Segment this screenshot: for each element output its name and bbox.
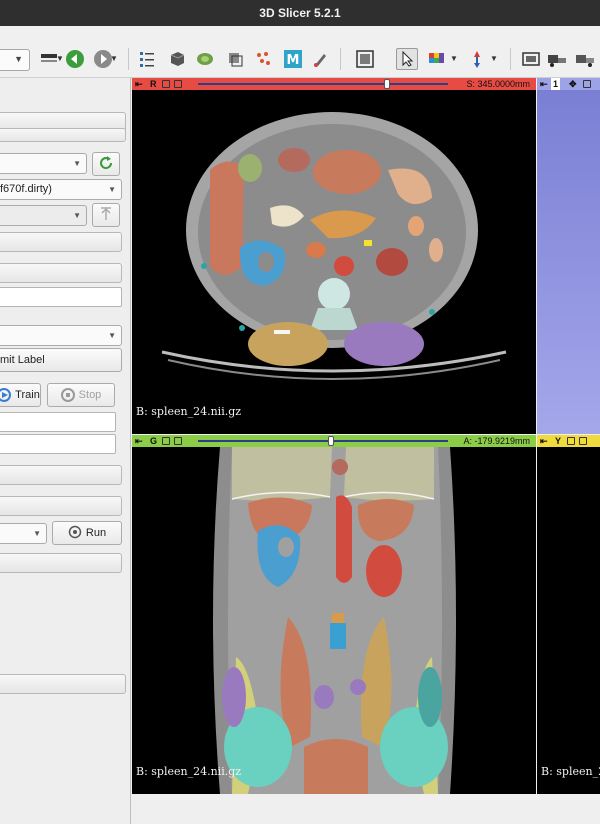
toolbar-separator bbox=[510, 48, 511, 70]
yellow-slice-view[interactable]: ⇤ Y B: spleen_2 bbox=[537, 435, 600, 794]
train-label: Train bbox=[15, 389, 40, 401]
run-button[interactable]: Run bbox=[52, 521, 122, 545]
eye-icon[interactable] bbox=[579, 437, 587, 445]
text-input[interactable] bbox=[0, 287, 122, 307]
threed-view[interactable]: ⇤ 1 ✥ bbox=[537, 78, 600, 434]
mouse-pointer-icon[interactable] bbox=[396, 48, 418, 70]
axial-image[interactable]: B: spleen_24.nii.gz bbox=[132, 90, 536, 434]
capture-icon[interactable] bbox=[520, 48, 542, 70]
pin-icon[interactable]: ⇤ bbox=[540, 78, 548, 90]
refresh-icon bbox=[98, 155, 114, 174]
threed-view-controller: ⇤ 1 ✥ bbox=[537, 78, 600, 90]
extensions-icon[interactable] bbox=[546, 48, 568, 70]
module-panel: ▼ f670f.dirty) ▼ ▼ ▼ mit Label Train Sto… bbox=[0, 78, 131, 824]
module-selector-combo[interactable]: ▼ bbox=[0, 49, 30, 71]
red-slice-view[interactable]: ⇤ R S: 345.0000mm B: spleen_24.nii.gz bbox=[132, 78, 536, 434]
main-toolbar: ▼ ▼ ▼ M ▼ ▼ bbox=[0, 26, 600, 78]
toolbar-separator bbox=[340, 48, 341, 70]
run-icon bbox=[68, 525, 82, 542]
upload-button[interactable] bbox=[92, 203, 120, 227]
text-input[interactable] bbox=[0, 412, 116, 432]
view-letter: 1 bbox=[551, 78, 561, 90]
train-button[interactable]: Train bbox=[0, 383, 41, 407]
collapsible-section-header[interactable] bbox=[0, 674, 126, 694]
eye-icon[interactable] bbox=[174, 80, 182, 88]
segment-editor-icon[interactable] bbox=[310, 48, 332, 70]
transforms-icon[interactable] bbox=[224, 48, 246, 70]
window-title: 3D Slicer 5.2.1 bbox=[259, 6, 341, 20]
slice-offset-readout: A: -179.9219mm bbox=[463, 436, 530, 446]
view-letter: R bbox=[150, 79, 157, 89]
upload-icon bbox=[99, 206, 113, 225]
colormap-icon[interactable] bbox=[426, 48, 448, 70]
run-label: Run bbox=[85, 527, 107, 539]
slice-offset-slider[interactable] bbox=[198, 83, 448, 85]
view-letter: G bbox=[150, 436, 158, 446]
link-icon[interactable] bbox=[162, 437, 170, 445]
monai-icon[interactable]: M bbox=[282, 48, 304, 70]
place-fiducial-icon[interactable] bbox=[466, 48, 488, 70]
volumes-icon[interactable] bbox=[166, 48, 188, 70]
refresh-button[interactable] bbox=[92, 152, 120, 176]
volume-label: B: spleen_24.nii.gz bbox=[136, 405, 242, 418]
eye-icon[interactable] bbox=[174, 437, 182, 445]
window-title-bar: 3D Slicer 5.2.1 bbox=[0, 0, 600, 26]
red-view-controller: ⇤ R S: 345.0000mm bbox=[132, 78, 536, 90]
fiducial-dropdown-icon[interactable]: ▼ bbox=[490, 54, 498, 63]
python-icon[interactable] bbox=[574, 48, 596, 70]
collapsible-section-header[interactable] bbox=[0, 496, 122, 516]
volume-label: B: spleen_24.nii.gz bbox=[136, 765, 242, 778]
yellow-view-controller: ⇤ Y bbox=[537, 435, 600, 447]
back-arrow-icon[interactable] bbox=[64, 48, 86, 70]
forward-dropdown-icon[interactable]: ▼ bbox=[110, 54, 118, 63]
status-area bbox=[132, 794, 600, 824]
center-view-icon[interactable]: ✥ bbox=[569, 78, 577, 90]
stop-icon bbox=[60, 388, 75, 402]
infer-model-combo[interactable]: ▼ bbox=[0, 523, 47, 544]
model-combo[interactable]: ▼ bbox=[0, 205, 87, 226]
models-icon[interactable] bbox=[194, 48, 216, 70]
data-icon[interactable] bbox=[136, 48, 158, 70]
commit-label-button[interactable]: mit Label bbox=[0, 348, 122, 372]
slice-offset-handle[interactable] bbox=[328, 436, 334, 446]
green-slice-view[interactable]: ⇤ G A: -179.9219mm B: spleen_24.nii.gz bbox=[132, 435, 536, 794]
svg-text:M: M bbox=[287, 53, 300, 68]
label-combo[interactable]: ▼ bbox=[0, 325, 122, 346]
slice-offset-readout: S: 345.0000mm bbox=[466, 79, 530, 89]
pin-icon[interactable]: ⇤ bbox=[540, 435, 548, 447]
markups-icon[interactable] bbox=[252, 48, 274, 70]
text-input[interactable] bbox=[0, 434, 116, 454]
train-icon bbox=[0, 388, 12, 402]
slicer-window: 3D Slicer 5.2.1 ▼ ▼ ▼ M ▼ ▼ ▼ f670f.dirt… bbox=[0, 0, 600, 824]
layout-dropdown-icon[interactable]: ▼ bbox=[56, 54, 64, 63]
threed-render[interactable] bbox=[537, 90, 600, 434]
volume-label: B: spleen_2 bbox=[541, 765, 600, 778]
collapsible-section-header[interactable] bbox=[0, 232, 122, 252]
collapsible-section-header[interactable] bbox=[0, 553, 122, 573]
pin-icon[interactable]: ⇤ bbox=[135, 78, 143, 90]
collapsible-section-header[interactable] bbox=[0, 263, 122, 283]
app-version-text: f670f.dirty) bbox=[0, 183, 52, 195]
green-view-controller: ⇤ G A: -179.9219mm bbox=[132, 435, 536, 447]
slice-offset-slider[interactable] bbox=[198, 440, 448, 442]
view-letter: Y bbox=[555, 436, 562, 446]
commit-label-text: mit Label bbox=[0, 354, 45, 366]
collapsible-section-header[interactable] bbox=[0, 465, 122, 485]
slice-offset-handle[interactable] bbox=[384, 79, 390, 89]
app-version-combo[interactable]: f670f.dirty) ▼ bbox=[0, 179, 122, 200]
screenshot-icon[interactable] bbox=[354, 48, 376, 70]
colormap-dropdown-icon[interactable]: ▼ bbox=[450, 54, 458, 63]
link-icon[interactable] bbox=[162, 80, 170, 88]
stop-label: Stop bbox=[78, 389, 102, 401]
pin-icon[interactable]: ⇤ bbox=[135, 435, 143, 447]
toolbar-separator bbox=[128, 48, 129, 70]
collapsible-section-header[interactable] bbox=[0, 128, 126, 142]
link-icon[interactable] bbox=[567, 437, 575, 445]
server-url-combo[interactable]: ▼ bbox=[0, 153, 87, 174]
link-icon[interactable] bbox=[583, 80, 591, 88]
coronal-image[interactable]: B: spleen_24.nii.gz bbox=[132, 447, 536, 794]
stop-button[interactable]: Stop bbox=[47, 383, 115, 407]
sagittal-image[interactable]: B: spleen_2 bbox=[537, 447, 600, 794]
